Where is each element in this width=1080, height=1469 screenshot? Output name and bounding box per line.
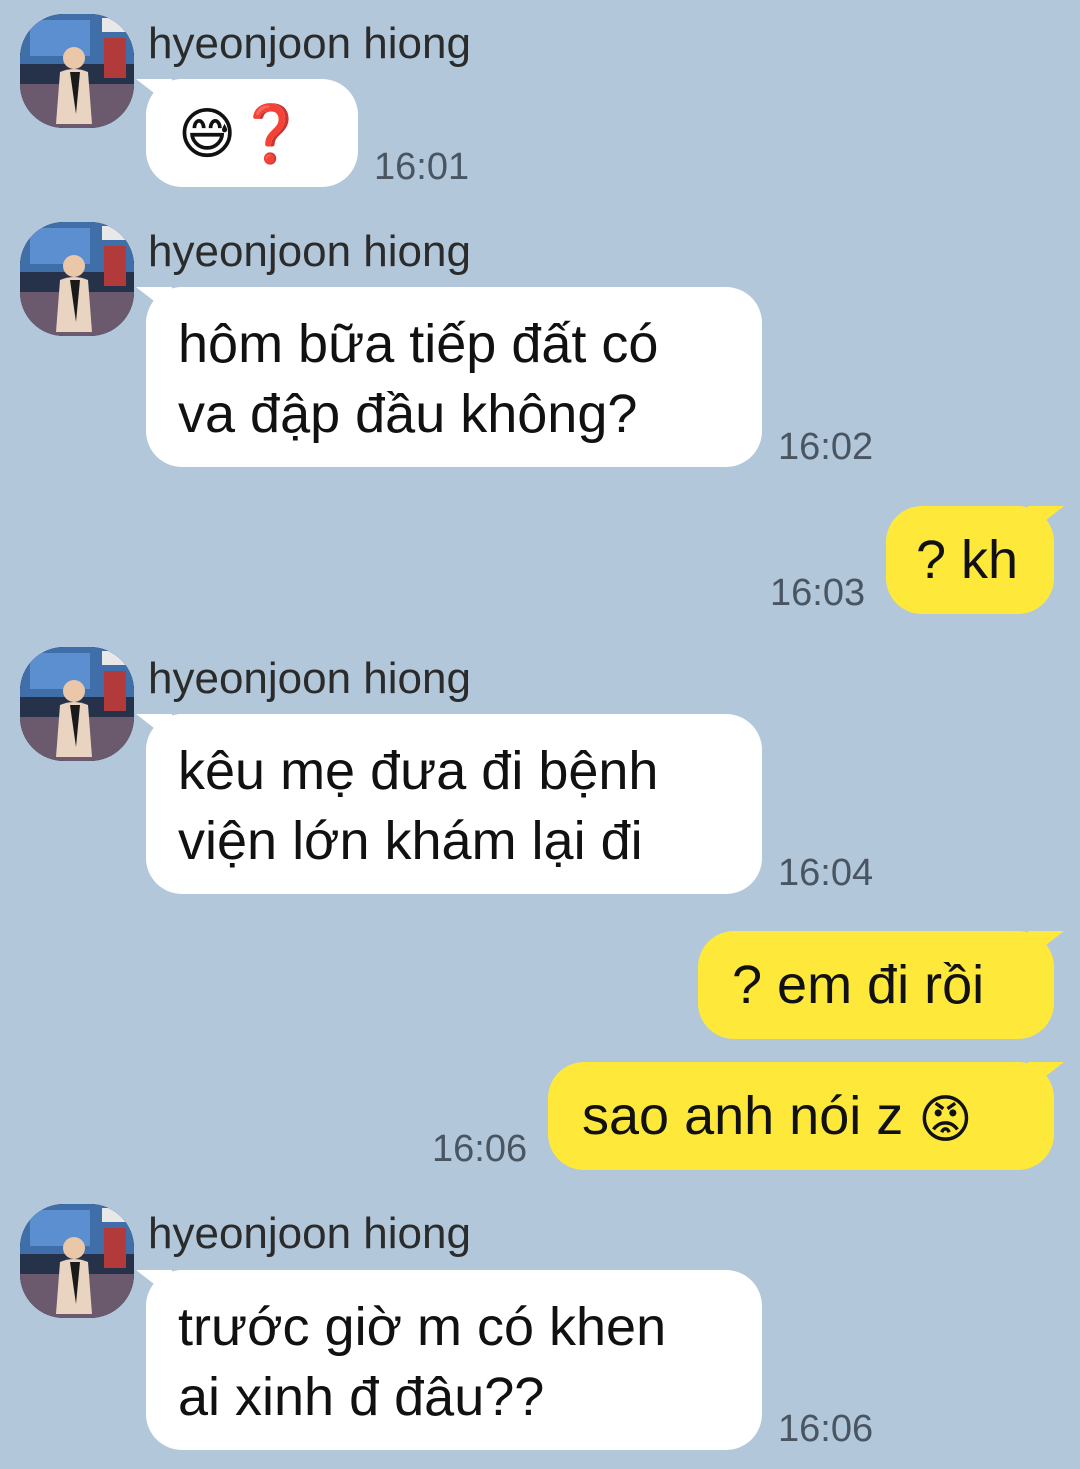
avatar[interactable]	[20, 222, 134, 336]
message-text: sao anh nói z	[582, 1086, 919, 1146]
sender-name: hyeonjoon hiong	[148, 1209, 471, 1258]
sender-name: hyeonjoon hiong	[148, 19, 471, 68]
message-text-line: hôm bữa tiếp đất có	[178, 314, 659, 374]
message-time: 16:02	[778, 426, 874, 468]
profile-photo-icon	[20, 1204, 134, 1318]
message-text: ? em đi rồi	[732, 955, 985, 1015]
emoji: 😅❓	[178, 101, 307, 165]
message-bubble[interactable]: 😅❓	[146, 79, 358, 187]
message-bubble[interactable]: ? kh	[886, 506, 1054, 614]
message-time: 16:03	[770, 572, 866, 614]
message-time: 16:06	[778, 1408, 874, 1450]
message-text-line: kêu mẹ đưa đi bệnh	[178, 741, 659, 801]
message-bubble[interactable]: ? em đi rồi	[698, 931, 1054, 1039]
message-text-line: trước giờ m có khen	[178, 1297, 667, 1357]
message-bubble[interactable]: sao anh nói z 😡	[548, 1062, 1054, 1170]
profile-photo-icon	[20, 647, 134, 761]
message-bubble[interactable]: hôm bữa tiếp đất có va đập đầu không?	[146, 287, 762, 467]
message-text-line: viện lớn khám lại đi	[178, 811, 643, 871]
message-time: 16:04	[778, 852, 874, 894]
avatar[interactable]	[20, 647, 134, 761]
message-bubble[interactable]: trước giờ m có khen ai xinh đ đâu??	[146, 1270, 762, 1450]
message-text: ? kh	[916, 530, 1019, 590]
message-bubble[interactable]: kêu mẹ đưa đi bệnh viện lớn khám lại đi	[146, 714, 762, 894]
profile-photo-icon	[20, 222, 134, 336]
message-text-line: va đập đầu không?	[178, 384, 638, 444]
message-text-line: ai xinh đ đâu??	[178, 1367, 545, 1427]
message-time: 16:01	[374, 146, 470, 188]
message-time: 16:06	[432, 1128, 528, 1170]
avatar[interactable]	[20, 1204, 134, 1318]
angry-face-emoji: 😡	[918, 1090, 973, 1149]
avatar[interactable]	[20, 14, 134, 128]
profile-photo-icon	[20, 14, 134, 128]
sender-name: hyeonjoon hiong	[148, 227, 471, 276]
sender-name: hyeonjoon hiong	[148, 654, 471, 703]
